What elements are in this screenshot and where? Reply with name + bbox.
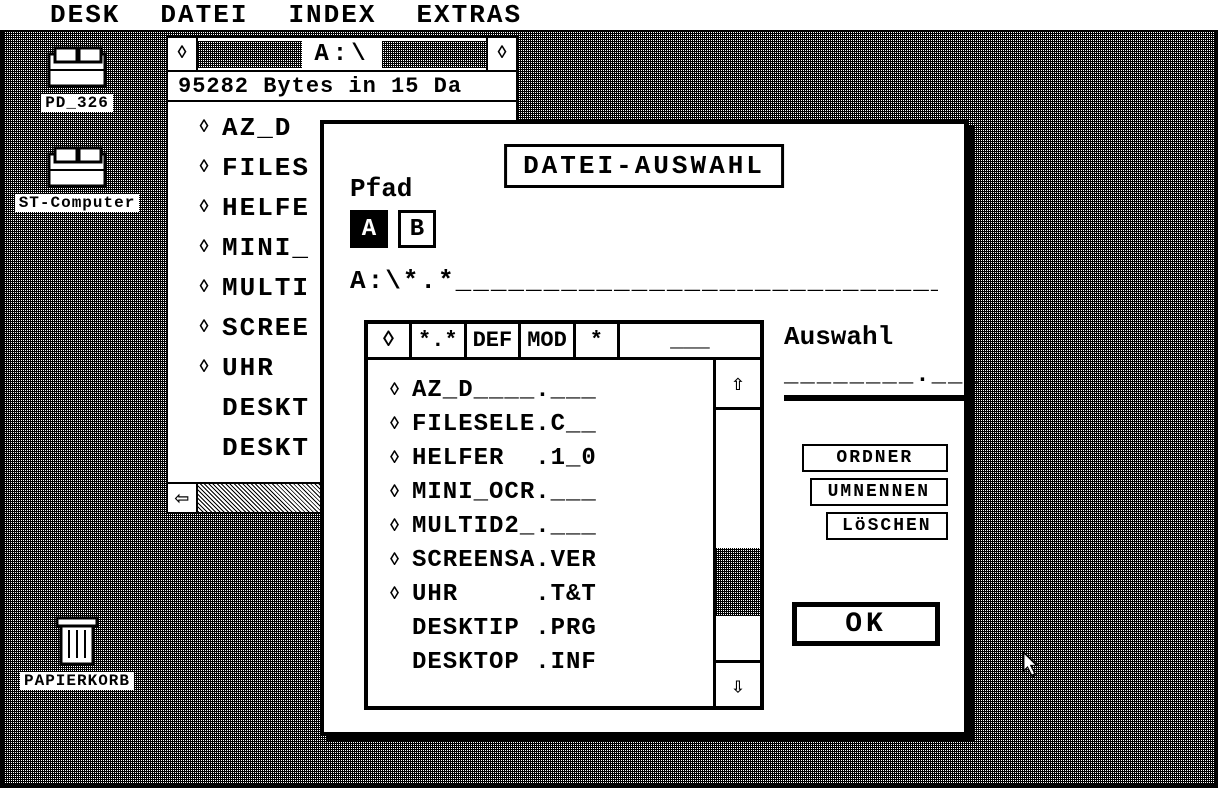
list-item-label: DESKTIP .PRG [412,612,597,646]
list-item[interactable]: ◊ FILESELE.C__ [388,408,713,442]
folder-marker-icon: ◊ [198,188,212,228]
list-item[interactable]: ◊ MULTID2_.___ [388,510,713,544]
umnennen-button[interactable]: UMNENNEN [810,478,948,506]
list-item-label: MULTI [222,268,310,308]
folder-marker-icon: ◊ [198,268,212,308]
list-item-label: DESKT [222,388,310,428]
list-item[interactable]: ◊ HELFER .1_0 [388,442,713,476]
list-item-label: FILES [222,148,310,188]
drive-b-label: ST-Computer [15,194,140,212]
loeschen-button[interactable]: LöSCHEN [826,512,948,540]
v-scroll-thumb[interactable] [716,548,760,616]
folder-marker-icon: ◊ [388,408,402,442]
list-item-label: UHR [222,348,275,388]
folder-marker-icon: ◊ [198,308,212,348]
filter-tab-3[interactable]: MOD [521,324,576,357]
dialog-title: DATEI-AUSWAHL [504,144,784,188]
ordner-button[interactable]: ORDNER [802,444,948,472]
folder-marker-icon: ◊ [198,348,212,388]
list-item-label: AZ_D [222,108,292,148]
folder-marker-icon: ◊ [388,578,402,612]
list-item[interactable]: DESKTIP .PRG [388,612,713,646]
file-marker-icon [198,468,212,472]
desktop: PD_326 ST-Computer PAPIERKORB ◊ A:\ ◊ 95… [0,32,1218,788]
file-marker-icon [388,612,402,646]
list-item-label: AZ_D____.___ [412,374,597,408]
drive-button-a[interactable]: A [350,210,388,248]
window-titlebar[interactable]: ◊ A:\ ◊ [168,38,516,72]
folder-marker-icon: ◊ [198,148,212,188]
menu-bar: DESK DATEI INDEX EXTRAS [0,0,1218,32]
folder-marker-icon: ◊ [388,374,402,408]
file-marker-icon [198,428,212,468]
file-marker-icon [388,646,402,680]
menu-index[interactable]: INDEX [288,0,376,30]
file-marker-icon [198,388,212,428]
list-item-label: MINI_ [222,228,310,268]
list-item[interactable]: ◊ UHR .T&T [388,578,713,612]
v-scrollbar[interactable]: ⇧ ⇩ [716,360,760,710]
filter-tabs: ◊ *.* DEF MOD * ___ [368,324,760,360]
ok-button[interactable]: OK [792,602,940,646]
list-item-label: FS [222,468,257,472]
trashcan-icon [53,614,101,670]
drive-a-icon[interactable]: PD_326 [12,44,142,112]
menu-extras[interactable]: EXTRAS [416,0,522,30]
filter-tab-1[interactable]: *.* [412,324,467,357]
list-item[interactable]: ◊ SCREENSA.VER [388,544,713,578]
list-item-label: HELFER .1_0 [412,442,597,476]
menu-datei[interactable]: DATEI [160,0,248,30]
drive-a-label: PD_326 [41,94,113,112]
drive-b-icon[interactable]: ST-Computer [12,144,142,212]
folder-marker-icon: ◊ [388,510,402,544]
list-item[interactable]: DESKTOP .INF [388,646,713,680]
window-title: A:\ [302,41,381,68]
list-item[interactable]: ◊ AZ_D____.___ [388,374,713,408]
list-item-label: FILESELE.C__ [412,408,597,442]
disk-drive-icon [45,44,109,92]
list-item-label: SCREE [222,308,310,348]
selection-field[interactable]: ________.___ [784,362,968,401]
filter-tab-2[interactable]: DEF [467,324,522,357]
list-item-label: HELFE [222,188,310,228]
window-full-button[interactable]: ◊ [486,38,516,70]
folder-marker-icon: ◊ [388,476,402,510]
scroll-up-button[interactable]: ⇧ [716,360,760,410]
window-info-line: 95282 Bytes in 15 Da [168,72,516,102]
v-scroll-track[interactable] [716,410,760,660]
scroll-down-button[interactable]: ⇩ [716,660,760,710]
list-item-label: DESKT [222,428,310,468]
list-item[interactable]: ◊ MINI_OCR.___ [388,476,713,510]
window-close-button[interactable]: ◊ [168,38,198,70]
drive-button-b[interactable]: B [398,210,436,248]
menu-desk[interactable]: DESK [50,0,120,30]
filter-tab-4[interactable]: * [576,324,620,357]
folder-marker-icon: ◊ [388,544,402,578]
filter-tab-5[interactable]: ___ [620,324,760,357]
file-list[interactable]: ◊ AZ_D____.___ ◊ FILESELE.C__ ◊ HELFER .1_0 ◊ M… [368,360,716,710]
selection-label: Auswahl [784,322,893,352]
list-item-label: MULTID2_.___ [412,510,597,544]
filter-tab-0[interactable]: ◊ [368,324,412,357]
file-selector-dialog: DATEI-AUSWAHL Pfad A B A:\*.*___________… [320,120,968,736]
list-item-label: UHR .T&T [412,578,597,612]
folder-marker-icon: ◊ [198,108,212,148]
trash-icon[interactable]: PAPIERKORB [12,614,142,690]
list-item-label: MINI_OCR.___ [412,476,597,510]
list-item-label: DESKTOP .INF [412,646,597,680]
folder-marker-icon: ◊ [198,228,212,268]
trash-label: PAPIERKORB [20,672,134,690]
folder-marker-icon: ◊ [388,442,402,476]
mouse-cursor-icon [1022,650,1044,682]
list-item-label: SCREENSA.VER [412,544,597,578]
disk-drive-icon [45,144,109,192]
file-list-box: ◊ *.* DEF MOD * ___ ◊AZ_D____.___◊FILESE… [364,320,764,710]
path-field[interactable]: A:\*.*______________________________ [350,266,938,296]
scroll-left-button[interactable]: ⇦ [168,484,198,512]
